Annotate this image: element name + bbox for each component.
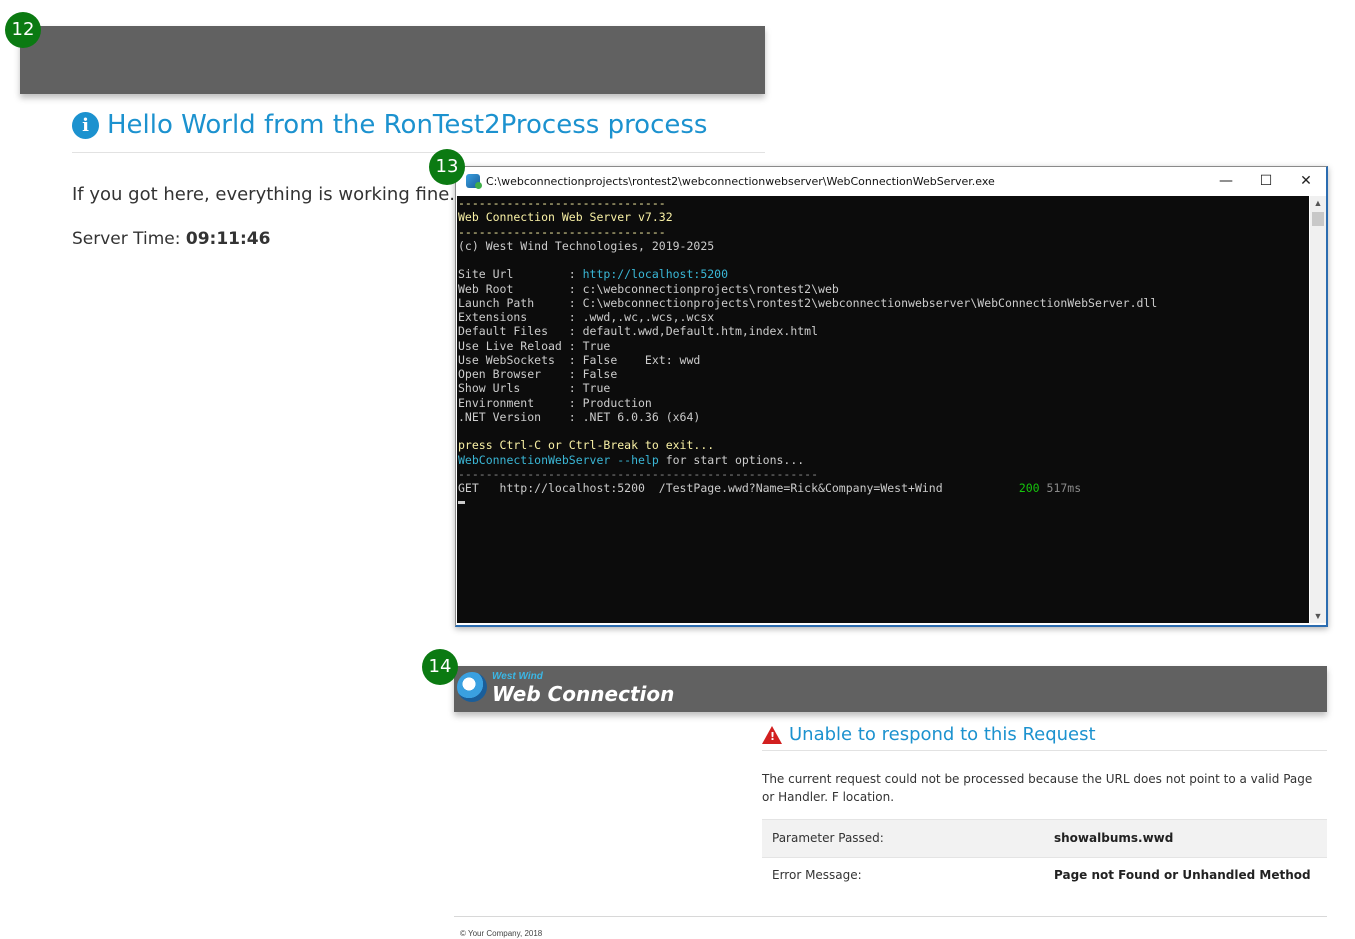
- window-title: C:\webconnectionprojects\rontest2\webcon…: [486, 174, 995, 188]
- scroll-down-arrow-icon[interactable]: ▼: [1310, 609, 1326, 623]
- step-badge-14: 14: [422, 649, 458, 685]
- web-connection-logo-icon: [457, 672, 487, 702]
- console-line: Web Connection Web Server v7.32: [458, 210, 673, 225]
- console-scrollbar[interactable]: ▲ ▼: [1310, 196, 1326, 623]
- console-line: Default Files : default.wwd,Default.htm,…: [458, 324, 819, 339]
- error-title: ! Unable to respond to this Request: [762, 724, 1096, 745]
- error-description: The current request could not be process…: [762, 772, 1313, 804]
- console-line: WebConnectionWebServer --help: [458, 452, 659, 467]
- elapsed-time: 517ms: [1039, 481, 1082, 495]
- row-value: showalbums.wwd: [1054, 831, 1174, 845]
- minimize-button[interactable]: —: [1206, 167, 1246, 195]
- console-window: C:\webconnectionprojects\rontest2\webcon…: [455, 166, 1328, 627]
- console-line: Extensions : .wwd,.wc,.wcs,.wcsx: [458, 310, 715, 324]
- warning-icon: !: [762, 725, 782, 744]
- site-url-link[interactable]: http://localhost:5200: [583, 267, 728, 281]
- app-icon: [466, 174, 482, 189]
- maximize-button[interactable]: ☐: [1246, 167, 1286, 195]
- error-page: West Wind Web Connection ! Unable to res…: [454, 666, 1327, 939]
- console-output[interactable]: ------------------------------ Web Conne…: [457, 196, 1309, 623]
- table-row: Parameter Passed: showalbums.wwd: [762, 819, 1327, 858]
- step-badge-12: 12: [5, 12, 41, 48]
- row-label: Error Message:: [772, 868, 862, 882]
- server-time-label: Server Time:: [72, 229, 181, 249]
- error-title-text: Unable to respond to this Request: [789, 724, 1096, 745]
- logo-brand-main: Web Connection: [492, 682, 675, 706]
- status-message: If you got here, everything is working f…: [72, 184, 456, 205]
- console-line: Open Browser : False: [458, 367, 618, 381]
- page-title: i Hello World from the RonTest2Process p…: [72, 110, 707, 140]
- status-code: 200: [1018, 481, 1040, 495]
- server-time-value: 09:11:46: [185, 229, 271, 249]
- close-button[interactable]: ✕: [1286, 167, 1326, 195]
- footer-copyright: © Your Company, 2018: [460, 929, 543, 938]
- text-cursor: [458, 501, 465, 505]
- title-divider: [72, 152, 765, 153]
- console-line: Launch Path : C:\webconnectionprojects\r…: [458, 295, 1158, 310]
- footer-divider: [454, 916, 1327, 917]
- scroll-thumb[interactable]: [1312, 212, 1324, 226]
- console-line: ------------------------------: [458, 196, 666, 210]
- server-time: Server Time: 09:11:46: [72, 229, 270, 249]
- console-line: Web Root : c:\webconnectionprojects\ront…: [458, 281, 839, 296]
- console-line: ------------------------------: [458, 224, 666, 239]
- info-icon: i: [72, 111, 99, 139]
- row-label: Parameter Passed:: [772, 831, 884, 845]
- title-divider: [762, 750, 1327, 751]
- console-line: for start options...: [658, 452, 805, 467]
- row-value: Page not Found or Unhandled Method: [1054, 868, 1311, 882]
- console-line: (c) West Wind Technologies, 2019-2025: [458, 238, 715, 253]
- page-header-bar: West Wind Web Connection: [454, 666, 1327, 712]
- console-line: .NET Version : .NET 6.0.36 (x64): [458, 409, 701, 424]
- console-line: Show Urls : True: [458, 381, 611, 396]
- logo-brand-small: West Wind: [492, 671, 543, 682]
- console-line: ----------------------------------------…: [458, 466, 819, 481]
- window-titlebar[interactable]: C:\webconnectionprojects\rontest2\webcon…: [456, 167, 1326, 195]
- console-line: Site Url :: [458, 267, 583, 282]
- console-line: Environment : Production: [458, 395, 652, 410]
- console-line: Use Live Reload : True: [458, 338, 611, 353]
- page-title-text: Hello World from the RonTest2Process pro…: [107, 110, 708, 140]
- table-row: Error Message: Page not Found or Unhandl…: [762, 857, 1327, 894]
- step-badge-13: 13: [429, 149, 465, 185]
- page-header-bar: [20, 26, 765, 94]
- console-line: Use WebSockets : False Ext: wwd: [458, 352, 701, 367]
- request-log-line: GET http://localhost:5200 /TestPage.wwd?…: [458, 481, 1019, 495]
- scroll-up-arrow-icon[interactable]: ▲: [1310, 196, 1326, 210]
- console-line: press Ctrl-C or Ctrl-Break to exit...: [458, 438, 715, 453]
